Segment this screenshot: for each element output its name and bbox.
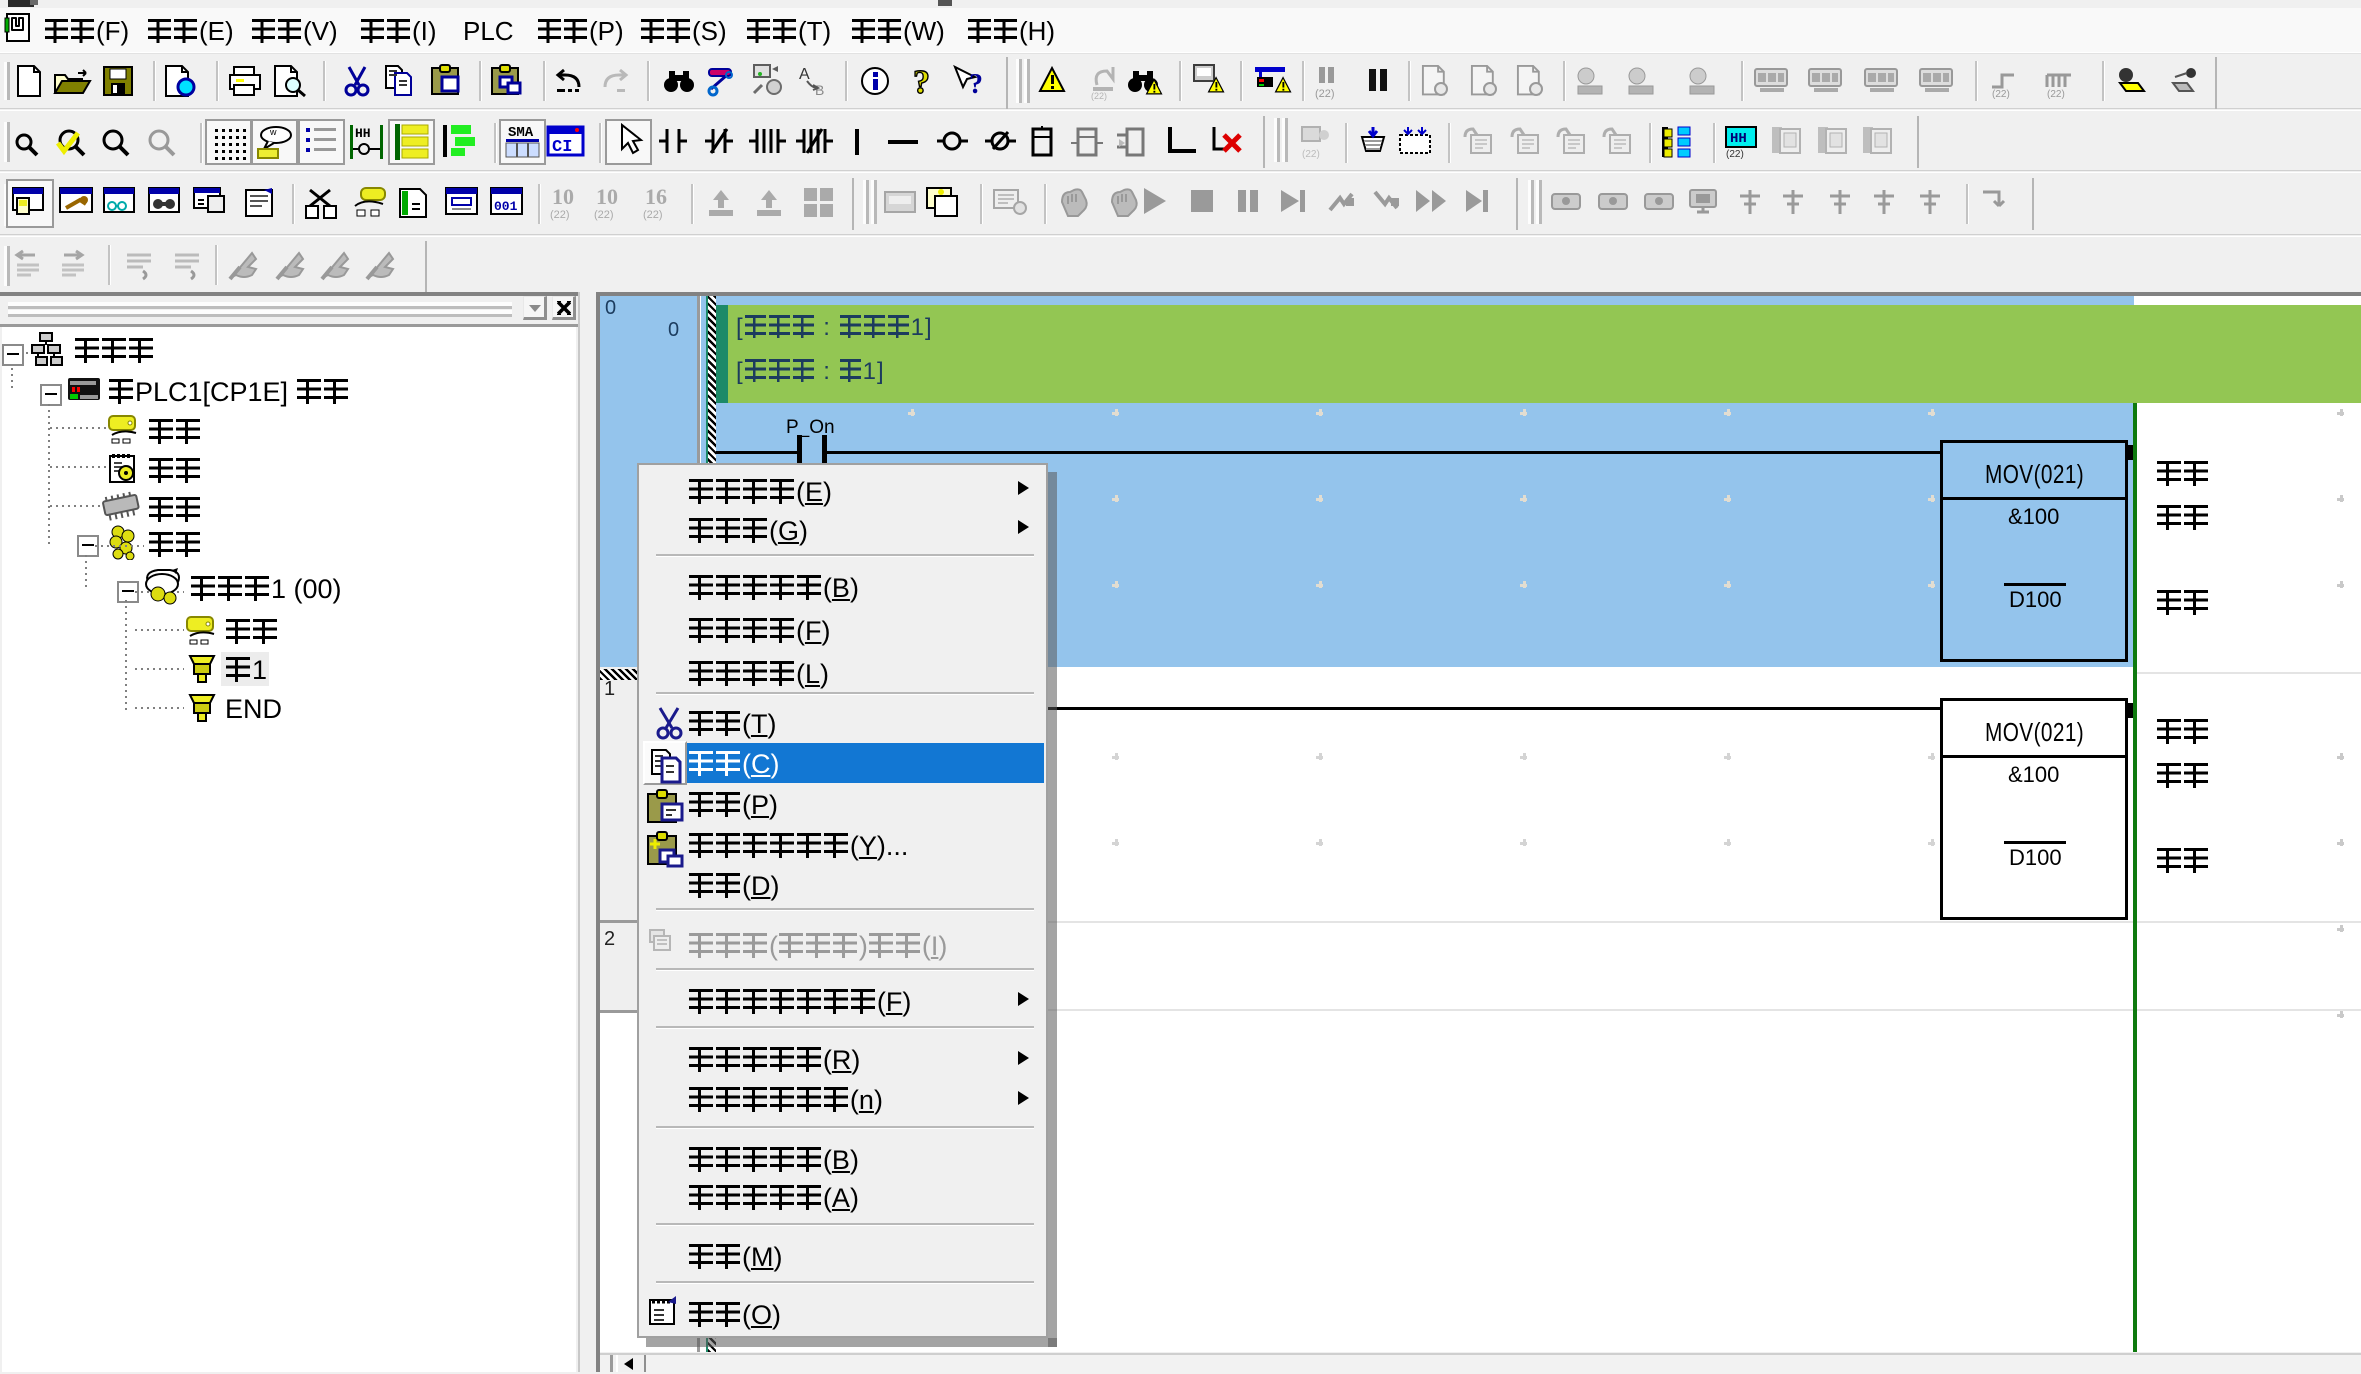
svg-text:(22): (22) <box>1726 149 1744 160</box>
svg-text:SMA: SMA <box>508 125 534 141</box>
svg-text:10: 10 <box>596 184 618 209</box>
svg-text:A: A <box>799 66 810 83</box>
svg-text:(22): (22) <box>1992 89 2010 100</box>
svg-text:(22): (22) <box>2047 89 2065 100</box>
svg-text:001: 001 <box>494 199 518 214</box>
svg-text:(22): (22) <box>594 209 614 221</box>
svg-text:?: ? <box>969 69 983 100</box>
svg-text:(22): (22) <box>1302 149 1320 160</box>
svg-text:(22): (22) <box>643 209 663 221</box>
svg-text:10: 10 <box>552 184 574 209</box>
svg-text:?: ? <box>913 64 930 101</box>
svg-text:(22): (22) <box>550 209 570 221</box>
svg-text:CI: CI <box>552 138 572 157</box>
svg-text:(22): (22) <box>1091 91 1107 101</box>
svg-text:HH: HH <box>1730 131 1747 147</box>
svg-text:B: B <box>815 82 824 98</box>
svg-text:w: w <box>269 127 277 137</box>
svg-text:16: 16 <box>645 184 667 209</box>
svg-text:HH: HH <box>355 126 371 141</box>
svg-text:(22): (22) <box>1315 88 1335 100</box>
